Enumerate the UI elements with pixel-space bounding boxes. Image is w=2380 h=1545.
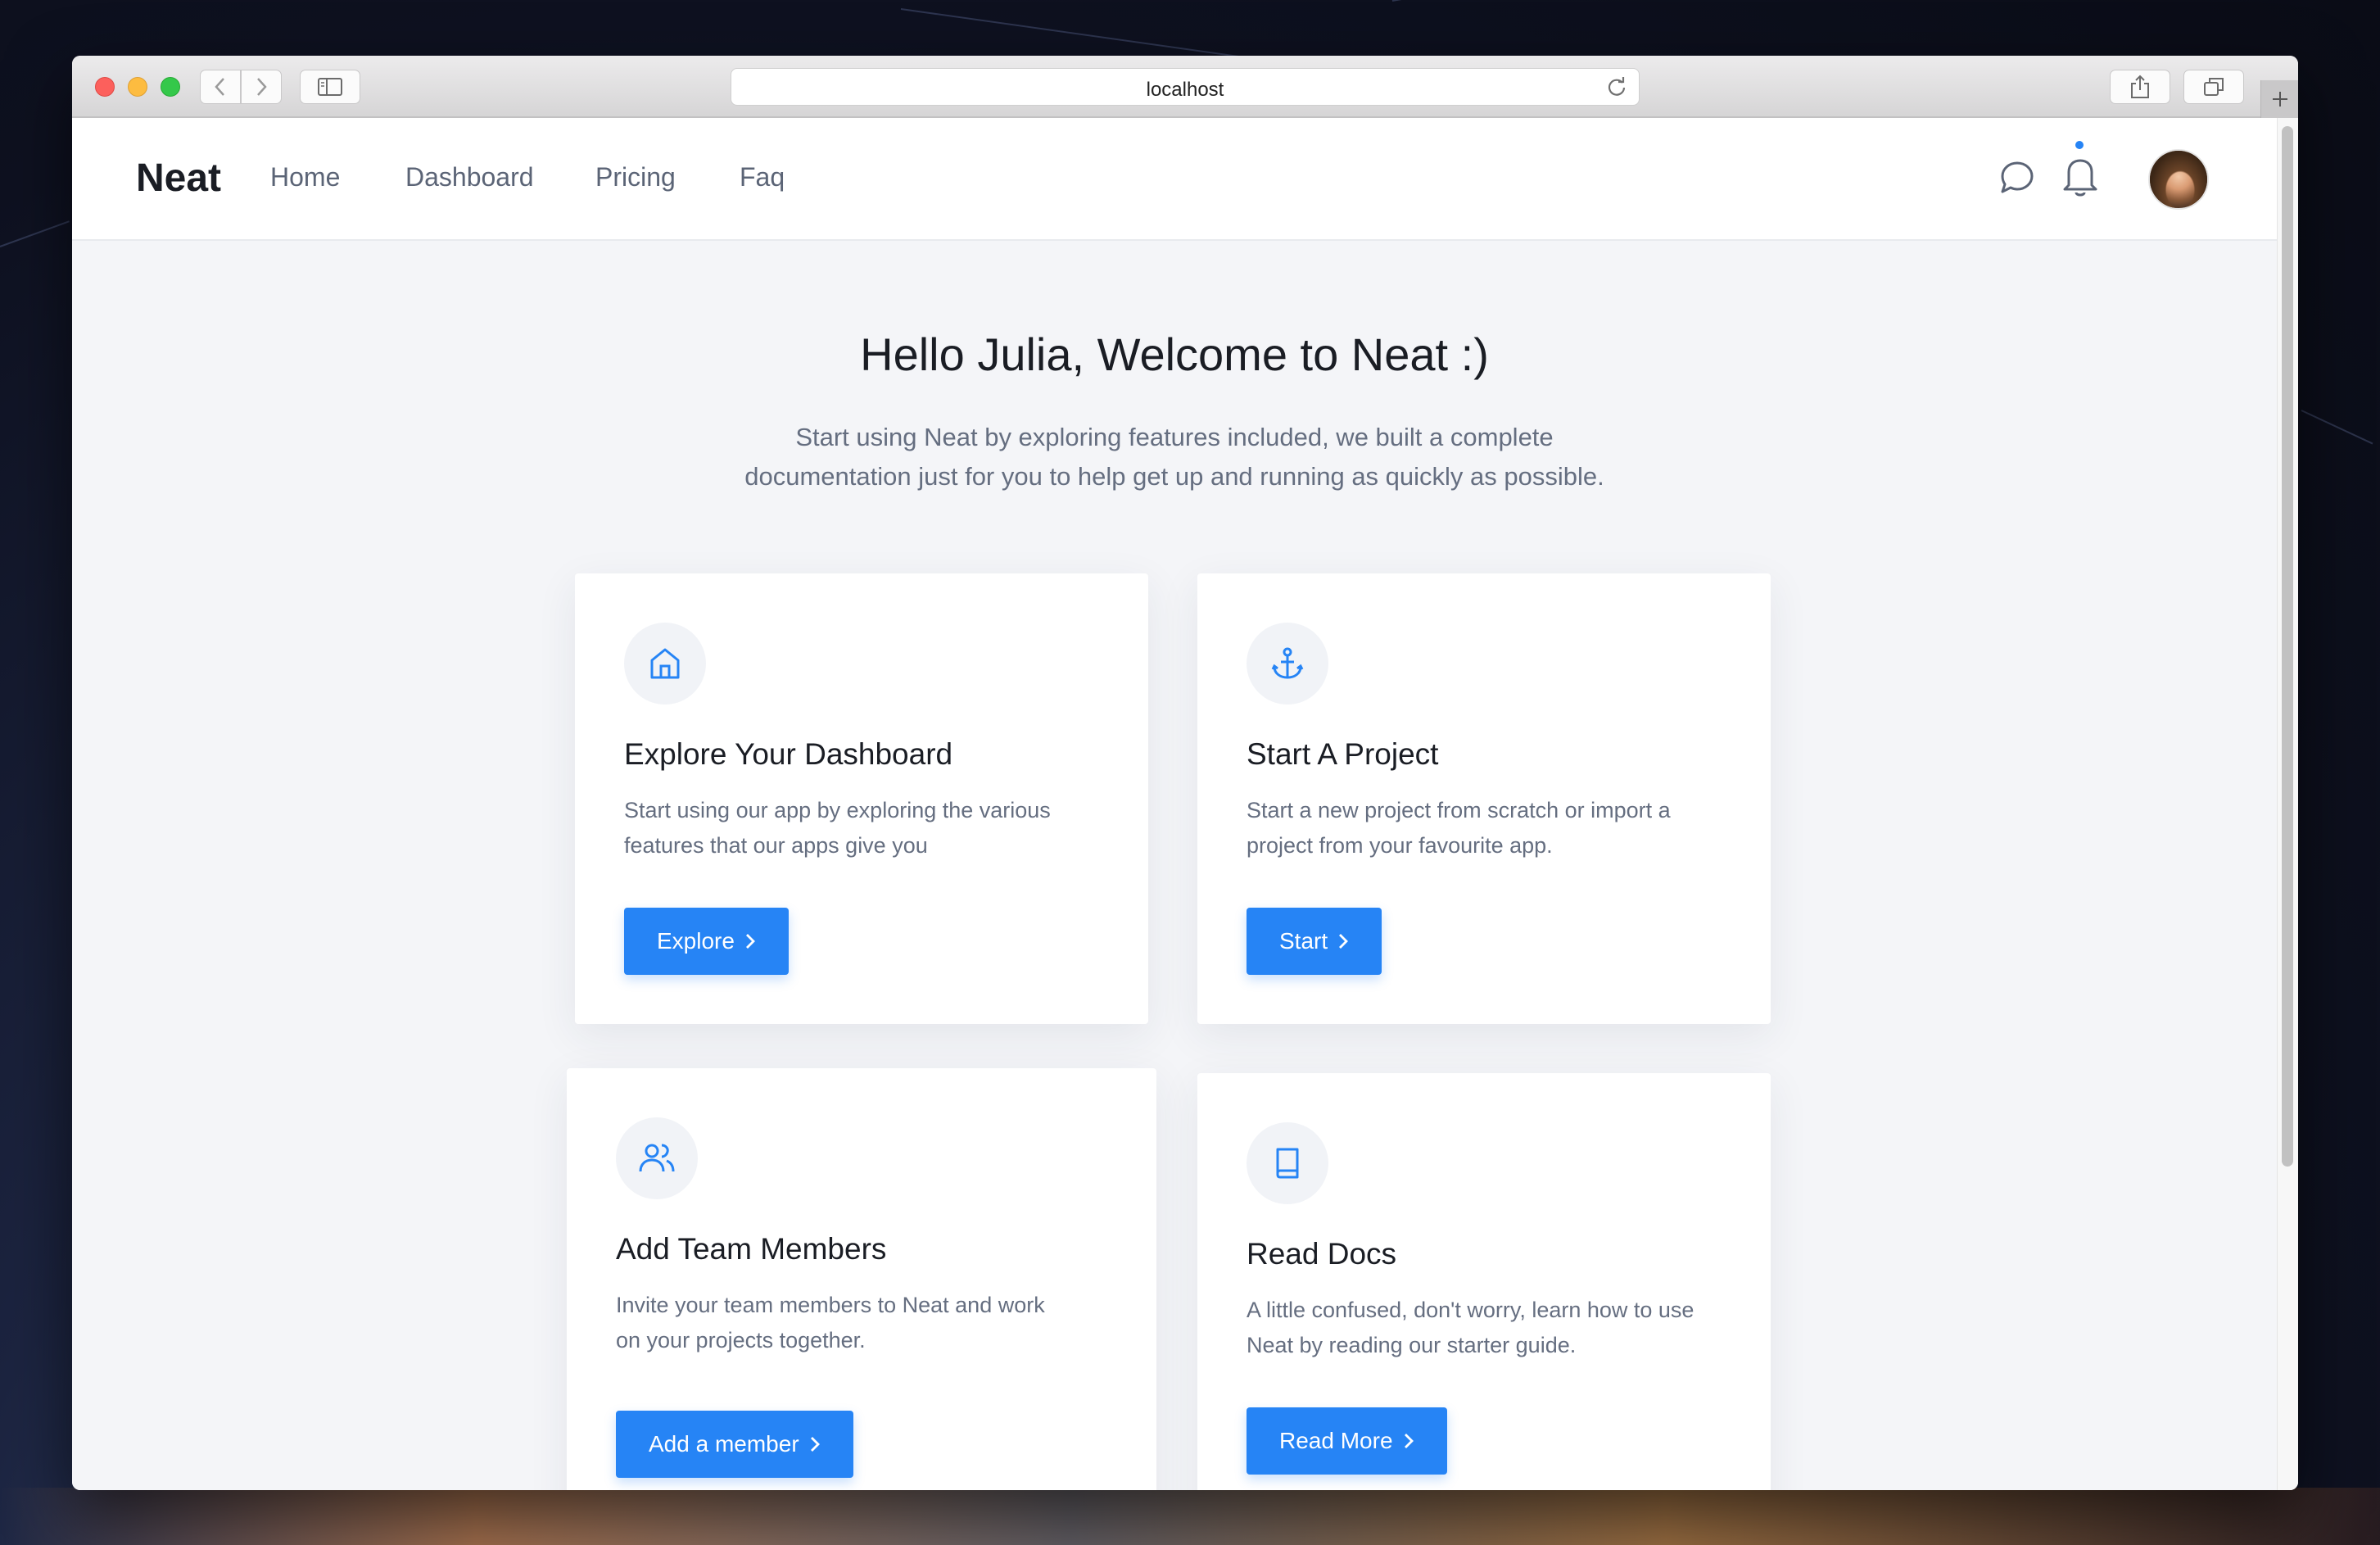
card-description-line: project from your favourite app. [1247,833,1553,858]
card-description-line: A little confused, don't worry, learn ho… [1247,1298,1695,1322]
browser-window: localhost Neat Home Dashboard Pricing Fa… [72,56,2298,1490]
button-label: Add a member [649,1431,799,1457]
share-button[interactable] [2110,70,2170,104]
notification-badge [2075,141,2084,149]
card-add-team-members: Add Team Members Invite your team member… [567,1068,1156,1490]
page-subtitle-line: documentation just for you to help get u… [744,462,1604,491]
reload-button[interactable] [1606,76,1627,102]
nav-link-home[interactable]: Home [270,162,340,193]
card-title: Read Docs [1247,1237,1397,1271]
start-button[interactable]: Start [1247,908,1382,975]
add-member-button[interactable]: Add a member [616,1411,853,1478]
sidebar-toggle-button[interactable] [300,70,360,104]
card-description-line: Start using our app by exploring the var… [624,798,1051,822]
card-icon-container [1247,623,1328,705]
messages-button[interactable] [1998,159,2036,201]
home-icon [650,648,680,679]
card-explore-dashboard: Explore Your Dashboard Start using our a… [575,573,1148,1024]
back-button[interactable] [200,70,241,104]
read-more-button[interactable]: Read More [1247,1407,1447,1475]
address-bar[interactable]: localhost [731,68,1640,106]
card-description: Invite your team members to Neat and wor… [616,1288,1107,1358]
close-window-button[interactable] [95,77,115,97]
card-title: Start A Project [1247,737,1439,771]
browser-toolbar: localhost [72,56,2298,118]
explore-button[interactable]: Explore [624,908,789,975]
card-description: A little confused, don't worry, learn ho… [1247,1293,1738,1363]
card-title: Explore Your Dashboard [624,737,953,771]
url-text: localhost [1146,79,1224,101]
card-description: Start a new project from scratch or impo… [1247,793,1738,863]
card-icon-container [1247,1122,1328,1204]
card-read-docs: Read Docs A little confused, don't worry… [1197,1073,1771,1490]
card-icon-container [624,623,706,705]
avatar[interactable] [2148,149,2209,210]
card-description-line: on your projects together. [616,1328,866,1352]
reload-icon [1608,77,1626,96]
book-icon [1276,1148,1299,1179]
tabs-overview-button[interactable] [2183,70,2244,104]
button-label: Read More [1279,1428,1393,1453]
chevron-right-icon [1339,934,1349,949]
forward-button[interactable] [241,70,282,104]
page-title: Hello Julia, Welcome to Neat :) [860,328,1489,380]
anchor-icon [1271,647,1304,679]
button-label: Start [1279,928,1328,954]
bell-icon [2063,159,2097,197]
scrollbar-thumb[interactable] [2282,126,2293,1167]
scrollbar[interactable] [2277,118,2298,1490]
card-description-line: Start a new project from scratch or impo… [1247,798,1671,822]
button-label: Explore [657,928,735,954]
new-tab-button[interactable] [2260,80,2298,118]
card-start-project: Start A Project Start a new project from… [1197,573,1771,1024]
brand-logo[interactable]: Neat [136,156,221,201]
chevron-right-icon [745,934,755,949]
card-description-line: features that our apps give you [624,833,928,858]
share-icon [2131,75,2149,98]
card-title: Add Team Members [616,1232,887,1266]
card-description-line: Neat by reading our starter guide. [1247,1333,1577,1357]
nav-link-faq[interactable]: Faq [740,162,785,193]
top-navbar: Neat Home Dashboard Pricing Faq [72,118,2277,241]
page-subtitle: Start using Neat by exploring features i… [683,418,1666,496]
zoom-window-button[interactable] [161,77,180,97]
notifications-button[interactable] [2061,154,2100,202]
nav-link-dashboard[interactable]: Dashboard [405,162,534,193]
users-icon [639,1144,675,1172]
sidebar-icon [318,78,342,96]
chevron-right-icon [257,78,267,96]
chevron-right-icon [1404,1434,1414,1448]
chevron-left-icon [215,78,224,96]
page-viewport: Neat Home Dashboard Pricing Faq Hello Ju… [72,118,2298,1490]
plus-icon [2272,92,2287,106]
chevron-right-icon [810,1437,820,1452]
card-description: Start using our app by exploring the var… [624,793,1115,863]
tabs-icon [2204,78,2224,96]
card-description-line: Invite your team members to Neat and wor… [616,1293,1045,1317]
nav-link-pricing[interactable]: Pricing [595,162,676,193]
card-icon-container [616,1117,698,1199]
chat-bubble-icon [2001,161,2034,193]
page-subtitle-line: Start using Neat by exploring features i… [795,423,1554,451]
minimize-window-button[interactable] [128,77,147,97]
